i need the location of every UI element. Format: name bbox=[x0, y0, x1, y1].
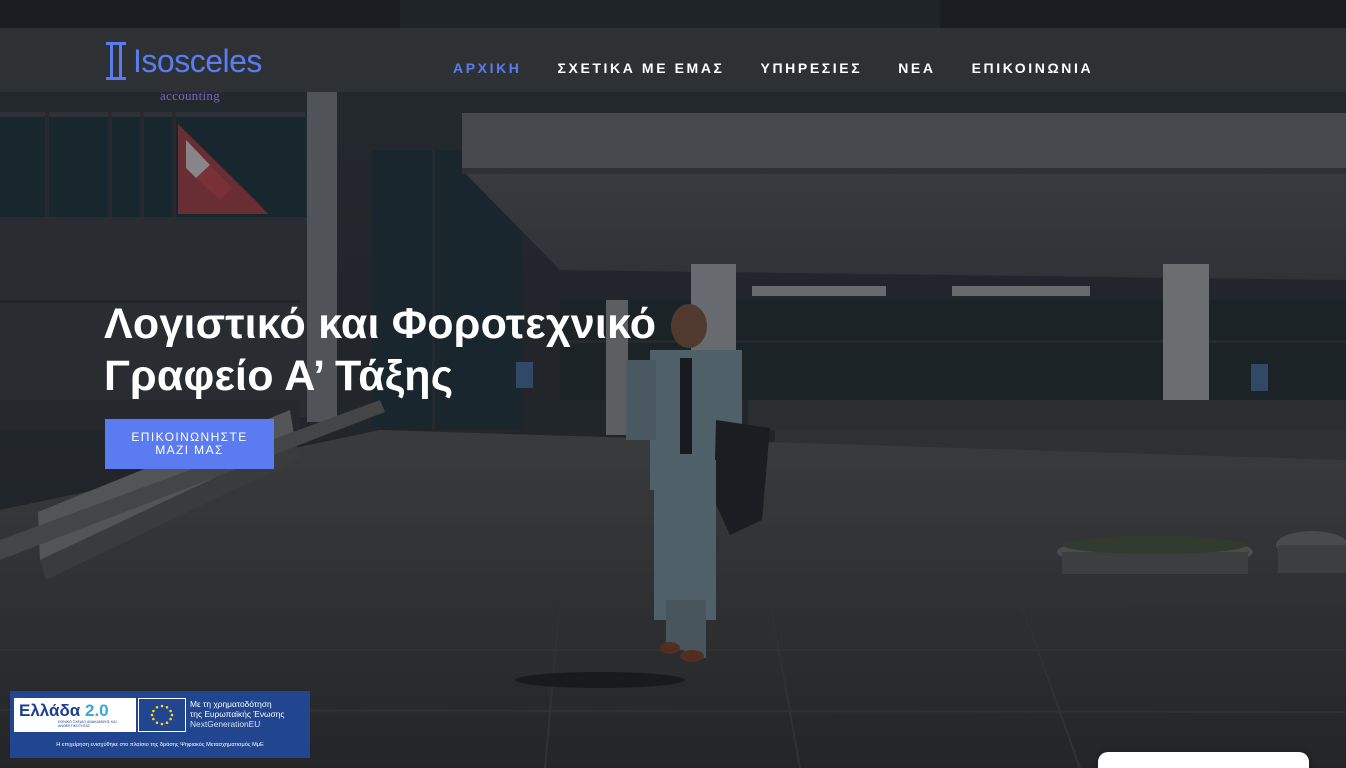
nav-item-contact[interactable]: ΕΠΙΚΟΙΝΩΝΙΑ bbox=[972, 59, 1094, 77]
eu-funding-line-1: Με τη χρηματοδότηση bbox=[190, 699, 272, 709]
nav-item-news[interactable]: ΝΕΑ bbox=[898, 59, 935, 77]
eu-funding-line-3: NextGenerationEU bbox=[190, 719, 261, 729]
eu-funding-text: Με τη χρηματοδότηση της Ευρωπαϊκής Ένωση… bbox=[190, 699, 308, 729]
page: Isosceles accounting ΑΡΧΙΚΗ ΣΧΕΤΙΚΑ ΜΕ Ε… bbox=[0, 0, 1346, 768]
eu-flag-icon bbox=[138, 698, 186, 732]
funding-footer-text: Η επιχείρηση ενισχύθηκε στο πλαίσιο της … bbox=[56, 742, 264, 748]
hero-title-line-1: Λογιστικό και Φοροτεχνικό bbox=[104, 300, 657, 348]
hero-title-line-2: Γραφείο Α’ Τάξης bbox=[104, 352, 454, 400]
greece-2-logo: Ελλάδα 2.0 ΕΘΝΙΚΟ ΣΧΕΔΙΟ ΑΝΑΚΑΜΨΗΣ ΚΑΙ Α… bbox=[14, 698, 136, 732]
brand-logo[interactable]: Isosceles accounting bbox=[105, 40, 262, 103]
hero-title: Λογιστικό και Φοροτεχνικό Γραφείο Α’ Τάξ… bbox=[104, 298, 724, 402]
brand-name: Isosceles bbox=[133, 43, 262, 79]
nav-item-about[interactable]: ΣΧΕΤΙΚΑ ΜΕ ΕΜΑΣ bbox=[558, 59, 725, 77]
greece-version-text: 2.0 bbox=[85, 701, 109, 720]
eu-funding-line-2: της Ευρωπαϊκής Ένωσης bbox=[190, 709, 285, 719]
isosceles-logo-icon bbox=[106, 42, 126, 80]
contact-us-button[interactable]: ΕΠΙΚΟΙΝΩΝΗΣΤΕ ΜΑΖΙ ΜΑΣ bbox=[105, 419, 274, 469]
nav-item-home[interactable]: ΑΡΧΙΚΗ bbox=[453, 59, 522, 77]
funding-banner[interactable]: Ελλάδα 2.0 ΕΘΝΙΚΟ ΣΧΕΔΙΟ ΑΝΑΚΑΜΨΗΣ ΚΑΙ Α… bbox=[10, 691, 310, 758]
main-nav: ΑΡΧΙΚΗ ΣΧΕΤΙΚΑ ΜΕ ΕΜΑΣ ΥΠΗΡΕΣΙΕΣ ΝΕΑ ΕΠΙ… bbox=[453, 59, 1129, 77]
brand-tagline: accounting bbox=[160, 88, 221, 103]
greece-title-text: Ελλάδα bbox=[19, 701, 81, 720]
greece-2-title: Ελλάδα 2.0 bbox=[19, 701, 109, 720]
corner-widget[interactable] bbox=[1098, 752, 1309, 768]
nav-item-services[interactable]: ΥΠΗΡΕΣΙΕΣ bbox=[761, 59, 863, 77]
greece-2-subtitle: ΕΘΝΙΚΟ ΣΧΕΔΙΟ ΑΝΑΚΑΜΨΗΣ ΚΑΙ ΑΝΘΕΚΤΙΚΟΤΗΤ… bbox=[58, 720, 117, 728]
